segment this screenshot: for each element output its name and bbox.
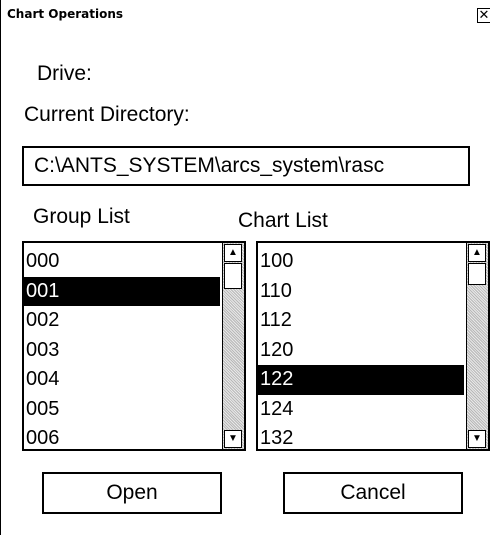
chart-list-scrollbar[interactable]: ▲ ▼ — [466, 243, 488, 449]
list-item[interactable]: 112 — [258, 306, 464, 336]
scroll-thumb[interactable] — [468, 263, 486, 285]
list-item[interactable]: 000 — [24, 247, 220, 277]
cancel-button[interactable]: Cancel — [283, 472, 463, 514]
current-directory-field[interactable]: C:\ANTS_SYSTEM\arcs_system\rasc — [22, 146, 470, 186]
group-list-scrollbar[interactable]: ▲ ▼ — [222, 243, 244, 449]
chart-list[interactable]: 100 110 112 120 122 124 132 ▲ ▼ — [256, 241, 490, 451]
chart-operations-dialog: Chart Operations ✕ Drive: Current Direct… — [0, 0, 490, 535]
group-list-items: 000 001 002 003 004 005 006 — [24, 247, 220, 449]
drive-label: Drive: — [37, 62, 92, 85]
list-item[interactable]: 004 — [24, 365, 220, 395]
group-list-label: Group List — [33, 205, 130, 228]
scroll-down-icon[interactable]: ▼ — [224, 430, 242, 448]
list-item[interactable]: 003 — [24, 336, 220, 366]
list-item[interactable]: 005 — [24, 395, 220, 425]
scroll-down-icon[interactable]: ▼ — [468, 430, 486, 448]
scroll-thumb[interactable] — [224, 263, 242, 289]
scroll-up-icon[interactable]: ▲ — [468, 244, 486, 262]
list-item[interactable]: 132 — [258, 424, 464, 449]
list-item[interactable]: 110 — [258, 277, 464, 307]
list-item[interactable]: 001 — [24, 276, 220, 306]
scroll-up-icon[interactable]: ▲ — [224, 244, 242, 262]
chart-list-label: Chart List — [238, 209, 328, 232]
list-item[interactable]: 006 — [24, 424, 220, 449]
current-directory-label: Current Directory: — [24, 103, 190, 126]
list-item[interactable]: 124 — [258, 395, 464, 425]
open-button[interactable]: Open — [42, 472, 222, 514]
chart-list-items: 100 110 112 120 122 124 132 — [258, 247, 464, 449]
list-item[interactable]: 002 — [24, 306, 220, 336]
dialog-title: Chart Operations — [7, 7, 124, 21]
group-list[interactable]: 000 001 002 003 004 005 006 ▲ ▼ — [22, 241, 246, 451]
close-icon[interactable]: ✕ — [477, 8, 490, 23]
list-item[interactable]: 120 — [258, 336, 464, 366]
list-item[interactable]: 100 — [258, 247, 464, 277]
list-item[interactable]: 122 — [258, 365, 464, 395]
